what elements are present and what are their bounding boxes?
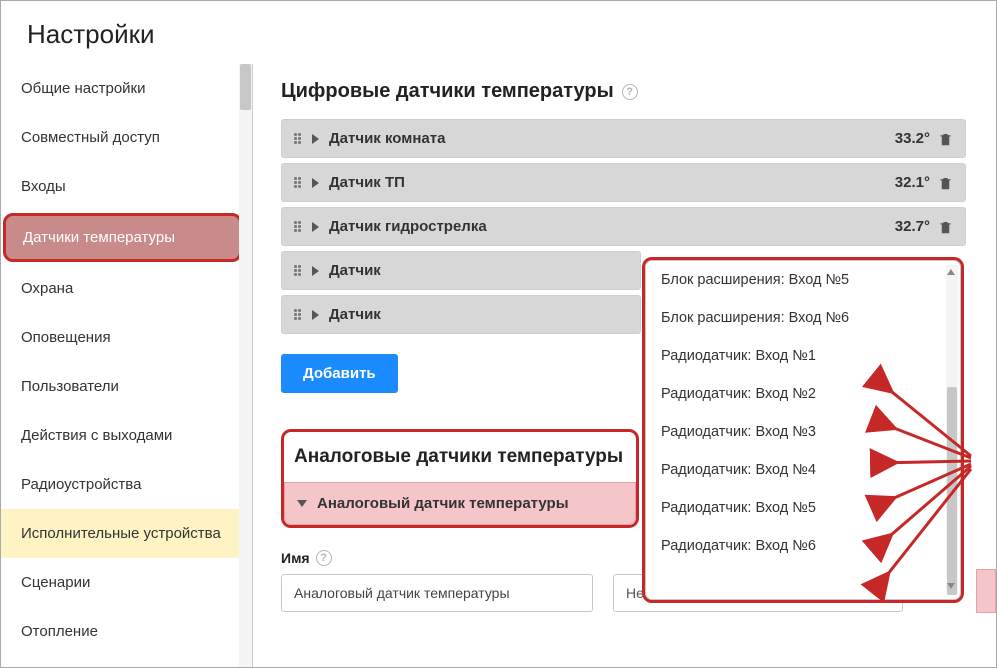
scroll-up-icon[interactable] <box>947 269 955 277</box>
sidebar-item-actuators[interactable]: Исполнительные устройства <box>1 509 252 558</box>
analog-row-label: Аналоговый датчик температуры <box>317 495 569 512</box>
sensor-name: Датчик гидрострелка <box>329 218 895 235</box>
sidebar-item-security[interactable]: Охрана <box>1 264 252 313</box>
sensor-temp: 32.1° <box>895 174 930 191</box>
add-button[interactable]: Добавить <box>281 354 398 393</box>
dropdown-option[interactable]: Блок расширения: Вход №5 <box>661 272 939 288</box>
drag-handle-icon[interactable] <box>294 265 302 276</box>
scrollbar-thumb[interactable] <box>240 64 251 110</box>
caret-right-icon <box>312 134 319 144</box>
help-icon[interactable]: ? <box>316 550 332 566</box>
sensor-row[interactable]: Датчик <box>281 251 641 290</box>
dropdown-option[interactable]: Радиодатчик: Вход №3 <box>661 424 939 440</box>
analog-sensor-row[interactable]: Аналоговый датчик температуры <box>284 482 636 525</box>
dropdown-option[interactable]: Радиодатчик: Вход №1 <box>661 348 939 364</box>
analog-name-input[interactable] <box>281 574 593 612</box>
sensor-name: Датчик ТП <box>329 174 895 191</box>
sidebar-item-temperature-sensors[interactable]: Датчики температуры <box>3 213 242 262</box>
sensor-name: Датчик <box>329 262 628 279</box>
sensor-temp: 33.2° <box>895 130 930 147</box>
dropdown-option[interactable]: Блок расширения: Вход №6 <box>661 310 939 326</box>
sidebar-item-scenarios[interactable]: Сценарии <box>1 558 252 607</box>
sensor-row[interactable]: Датчик ТП 32.1° <box>281 163 966 202</box>
drag-handle-icon[interactable] <box>294 309 302 320</box>
trash-icon[interactable] <box>938 131 953 147</box>
scrollbar-thumb[interactable] <box>947 387 957 595</box>
caret-right-icon <box>312 222 319 232</box>
sidebar-item-radio-devices[interactable]: Радиоустройства <box>1 460 252 509</box>
scroll-down-icon[interactable] <box>947 583 955 591</box>
digital-title-text: Цифровые датчики температуры <box>281 80 614 103</box>
sidebar-item-shared-access[interactable]: Совместный доступ <box>1 113 252 162</box>
sidebar-item-notifications[interactable]: Оповещения <box>1 313 252 362</box>
sidebar-item-heating[interactable]: Отопление <box>1 607 252 656</box>
sidebar-scrollbar[interactable] <box>239 64 252 668</box>
analog-sensors-title: Аналоговые датчики температуры <box>284 432 636 482</box>
trash-icon[interactable] <box>938 175 953 191</box>
sensor-temp: 32.7° <box>895 218 930 235</box>
sensor-row[interactable]: Датчик <box>281 295 641 334</box>
dropdown-option[interactable]: Радиодатчик: Вход №6 <box>661 538 939 554</box>
drag-handle-icon[interactable] <box>294 221 302 232</box>
caret-down-icon <box>297 500 307 507</box>
pink-strip <box>976 569 996 613</box>
sidebar-item-general[interactable]: Общие настройки <box>1 64 252 113</box>
help-icon[interactable]: ? <box>622 84 638 100</box>
digital-sensors-title: Цифровые датчики температуры ? <box>281 80 966 103</box>
dropdown-option[interactable]: Радиодатчик: Вход №5 <box>661 500 939 516</box>
caret-right-icon <box>312 266 319 276</box>
analog-section-highlight: Аналоговые датчики температуры Аналоговы… <box>281 429 639 528</box>
trash-icon[interactable] <box>938 219 953 235</box>
drag-handle-icon[interactable] <box>294 177 302 188</box>
dropdown-option[interactable]: Радиодатчик: Вход №2 <box>661 386 939 402</box>
drag-handle-icon[interactable] <box>294 133 302 144</box>
sensor-name: Датчик <box>329 306 628 323</box>
dropdown-scrollbar[interactable] <box>946 265 958 595</box>
field-label-text: Имя <box>281 550 310 566</box>
caret-right-icon <box>312 178 319 188</box>
sidebar-item-users[interactable]: Пользователи <box>1 362 252 411</box>
caret-right-icon <box>312 310 319 320</box>
sidebar: Общие настройки Совместный доступ Входы … <box>1 64 253 668</box>
sensor-name: Датчик комната <box>329 130 895 147</box>
sidebar-item-inputs[interactable]: Входы <box>1 162 252 211</box>
dropdown-list: Блок расширения: Вход №5 Блок расширения… <box>647 262 939 554</box>
page-title: Настройки <box>1 1 996 64</box>
input-dropdown[interactable]: Блок расширения: Вход №5 Блок расширения… <box>642 257 964 603</box>
dropdown-option[interactable]: Радиодатчик: Вход №4 <box>661 462 939 478</box>
sensor-row[interactable]: Датчик комната 33.2° <box>281 119 966 158</box>
sensor-row[interactable]: Датчик гидрострелка 32.7° <box>281 207 966 246</box>
sidebar-item-output-actions[interactable]: Действия с выходами <box>1 411 252 460</box>
